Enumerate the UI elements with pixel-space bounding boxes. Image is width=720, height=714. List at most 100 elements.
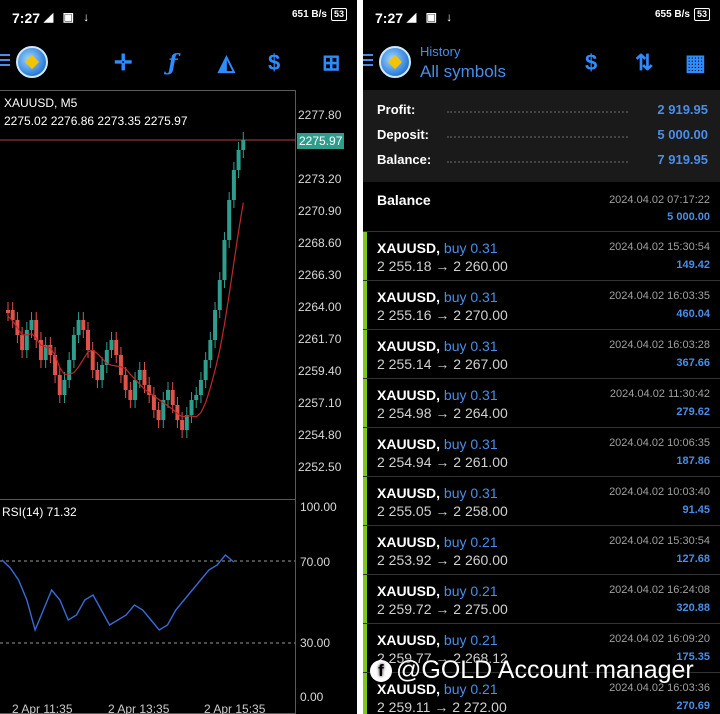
deal-row[interactable]: XAUUSD, buy 0.31 2 254.94 → 2 261.00 2024.… xyxy=(363,428,720,477)
balance-operation[interactable]: Balance 2024.04.02 07:17:22 5 000.00 xyxy=(363,182,720,232)
deal-side: buy 0.31 xyxy=(443,240,498,256)
candle-body xyxy=(24,330,29,350)
deal-profit: 460.04 xyxy=(676,308,710,320)
deal-date: 2024.04.02 16:09:20 xyxy=(609,633,710,645)
deal-symbol-text: XAUUSD, xyxy=(377,583,441,599)
deal-profit: 91.45 xyxy=(682,504,710,516)
deal-date: 2024.04.02 16:24:08 xyxy=(609,584,710,596)
deal-profit: 127.68 xyxy=(676,553,710,565)
candle-body xyxy=(203,360,208,380)
price-label: 2254.80 xyxy=(298,428,342,442)
deal-row[interactable]: XAUUSD, buy 0.21 2 253.92 → 2 260.00 2024.… xyxy=(363,526,720,575)
symbol-filter[interactable]: All symbols xyxy=(420,62,506,82)
price-label: 2270.90 xyxy=(298,204,342,218)
rsi-label: RSI(14) 71.32 xyxy=(2,505,77,519)
candle-body xyxy=(57,375,62,395)
deal-symbol: XAUUSD, buy 0.31 xyxy=(377,338,498,354)
candle-body xyxy=(198,380,203,395)
rsi-pane[interactable] xyxy=(0,500,296,714)
deal-symbol: XAUUSD, buy 0.31 xyxy=(377,485,498,501)
history-toolbar: $ ⇅ ▦ xyxy=(363,42,720,84)
deal-row[interactable]: XAUUSD, buy 0.21 2 259.72 → 2 275.00 2024.… xyxy=(363,575,720,624)
balance-label: Balance: xyxy=(377,152,432,167)
candle-body xyxy=(128,390,133,400)
trade-icon[interactable]: $ xyxy=(585,50,597,76)
candle-body xyxy=(133,380,138,400)
deal-date: 2024.04.02 10:03:40 xyxy=(609,486,710,498)
rsi-level: 0.00 xyxy=(300,690,324,704)
status-right: 655 B/s 53 xyxy=(655,8,710,21)
price-label: 2277.80 xyxy=(298,108,342,122)
candle-body xyxy=(208,340,213,360)
history-screen: 7:27 ◢ ▣ ↓ 655 B/s 53 $ ⇅ ▦ History All … xyxy=(363,0,720,714)
deal-row[interactable]: XAUUSD, buy 0.31 2 255.05 → 2 258.00 2024.… xyxy=(363,477,720,526)
deal-profit: 149.42 xyxy=(676,259,710,271)
candle-body xyxy=(213,310,218,340)
candle-body xyxy=(62,380,67,395)
deal-symbol: XAUUSD, buy 0.31 xyxy=(377,436,498,452)
win-indicator xyxy=(363,232,367,280)
price-label: 2257.10 xyxy=(298,396,342,410)
screenshot-composite: 7:27 ◢ ▣ ↓ 651 B/s 53 ✛ ƒ ◭ $ ⊞ XAUUSD, … xyxy=(0,0,720,714)
deal-symbol-text: XAUUSD, xyxy=(377,534,441,550)
facebook-icon: f xyxy=(370,659,392,682)
deal-symbol-text: XAUUSD, xyxy=(377,485,441,501)
rsi-level: 30.00 xyxy=(300,636,331,650)
deal-date: 2024.04.02 16:03:28 xyxy=(609,339,710,351)
profit-row: Profit: 2 919.95 xyxy=(377,102,708,122)
candle-body xyxy=(86,330,90,350)
balance-op-value: 5 000.00 xyxy=(667,211,710,223)
deal-date: 2024.04.02 16:03:35 xyxy=(609,290,710,302)
deal-row[interactable]: XAUUSD, buy 0.31 2 254.98 → 2 264.00 2024.… xyxy=(363,379,720,428)
calendar-icon[interactable]: ▦ xyxy=(685,50,706,76)
deal-side: buy 0.21 xyxy=(443,632,498,648)
deal-row[interactable]: XAUUSD, buy 0.31 2 255.14 → 2 267.00 2024.… xyxy=(363,330,720,379)
candle-body xyxy=(90,350,95,370)
candle-body xyxy=(180,420,185,430)
candle-body xyxy=(10,310,15,320)
deal-symbol-text: XAUUSD, xyxy=(377,240,441,256)
price-label: 2259.40 xyxy=(298,364,342,378)
status-bar: 7:27 ◢ ▣ ↓ 655 B/s 53 xyxy=(363,0,720,34)
candle-body xyxy=(166,390,170,400)
balance-value: 7 919.95 xyxy=(657,152,708,167)
deal-side: buy 0.31 xyxy=(443,338,498,354)
deal-date: 2024.04.02 10:06:35 xyxy=(609,437,710,449)
deal-side: buy 0.31 xyxy=(443,387,498,403)
deal-prices: 2 259.11 → 2 272.00 xyxy=(377,699,507,714)
sort-icon[interactable]: ⇅ xyxy=(635,50,653,76)
deal-side: buy 0.31 xyxy=(443,485,498,501)
candle-body xyxy=(109,340,114,350)
deal-symbol-text: XAUUSD, xyxy=(377,387,441,403)
summary-panel: Profit: 2 919.95 Deposit: 5 000.00 Balan… xyxy=(363,90,720,182)
status-icons: ◢ ▣ ↓ xyxy=(407,10,456,24)
candle-body xyxy=(29,320,34,330)
balance-op-title: Balance xyxy=(377,192,431,208)
balance-row: Balance: 7 919.95 xyxy=(377,152,708,172)
price-label: 2252.50 xyxy=(298,460,342,474)
deal-row[interactable]: XAUUSD, buy 0.31 2 255.16 → 2 270.00 2024.… xyxy=(363,281,720,330)
candle-body xyxy=(6,310,10,313)
candle-body xyxy=(114,340,119,355)
win-indicator xyxy=(363,624,367,672)
deal-profit: 367.66 xyxy=(676,357,710,369)
deal-date: 2024.04.02 15:30:54 xyxy=(609,535,710,547)
deal-row[interactable]: XAUUSD, buy 0.31 2 255.18 → 2 260.00 2024.… xyxy=(363,232,720,281)
deal-prices: 2 255.16 → 2 270.00 xyxy=(377,307,508,323)
price-label: 2268.60 xyxy=(298,236,342,250)
deal-symbol: XAUUSD, buy 0.31 xyxy=(377,289,498,305)
deal-profit: 320.88 xyxy=(676,602,710,614)
deal-profit: 270.69 xyxy=(676,700,710,712)
app-logo xyxy=(379,46,411,78)
deal-prices: 2 255.18 → 2 260.00 xyxy=(377,258,508,274)
candle-body xyxy=(118,355,123,375)
deposit-label: Deposit: xyxy=(377,127,429,142)
candle-body xyxy=(81,320,86,330)
deal-symbol: XAUUSD, buy 0.21 xyxy=(377,632,498,648)
candle-body xyxy=(241,140,246,150)
candle-body xyxy=(170,390,175,405)
deal-date: 2024.04.02 15:30:54 xyxy=(609,241,710,253)
price-label: 2264.00 xyxy=(298,300,342,314)
menu-icon[interactable] xyxy=(363,54,373,68)
deposit-value: 5 000.00 xyxy=(657,127,708,142)
